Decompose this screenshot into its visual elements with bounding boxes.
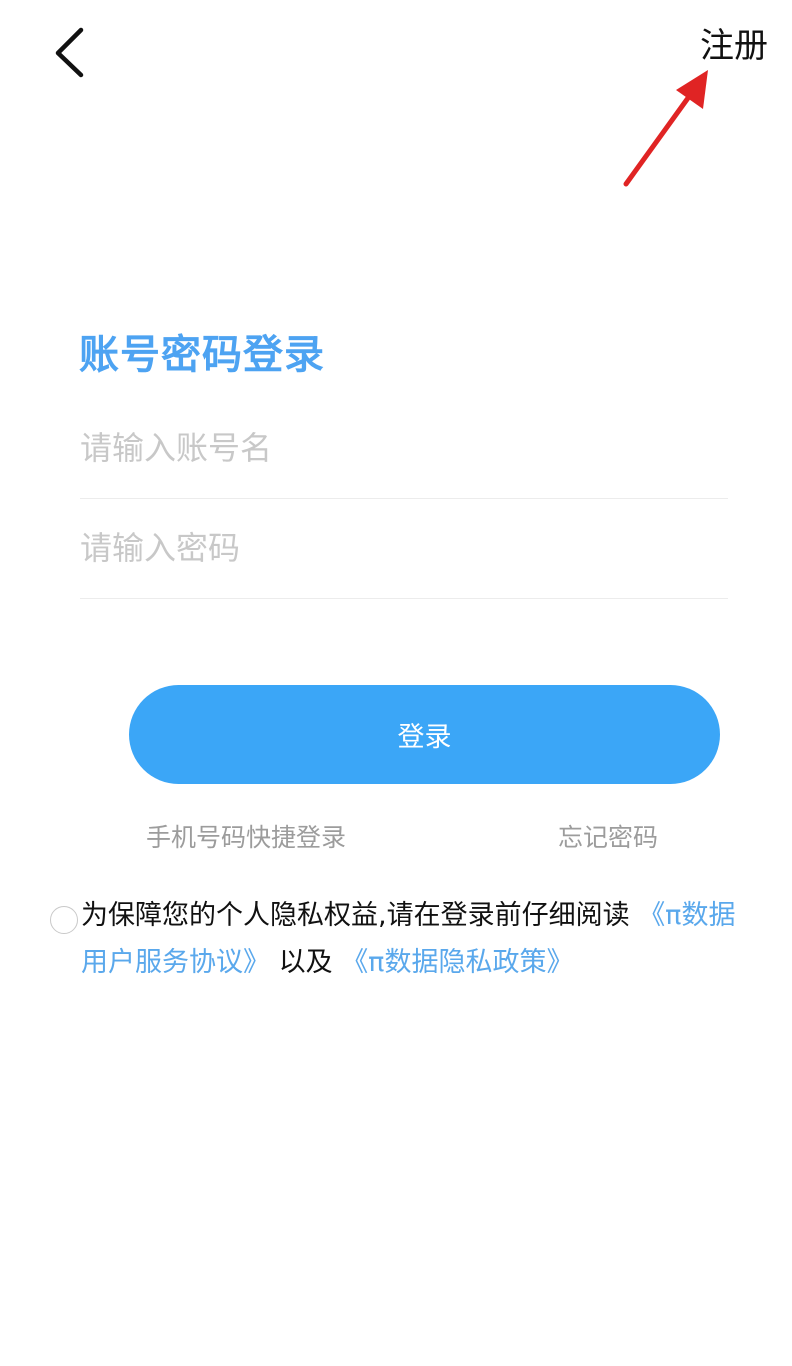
register-link[interactable]: 注册 bbox=[700, 24, 768, 68]
agreement-conjunction: 以及 bbox=[278, 947, 333, 978]
annotation-arrow-icon bbox=[623, 70, 708, 187]
password-field bbox=[80, 498, 728, 599]
phone-login-link[interactable]: 手机号码快捷登录 bbox=[146, 820, 346, 856]
agreement-checkbox[interactable] bbox=[50, 906, 78, 934]
agreement-prefix: 为保障您的个人隐私权益,请在登录前仔细阅读 bbox=[81, 900, 630, 931]
page-title: 账号密码登录 bbox=[79, 332, 325, 378]
account-input[interactable] bbox=[80, 418, 728, 478]
privacy-policy-link[interactable]: 《π数据隐私政策》 bbox=[341, 947, 573, 978]
back-button[interactable] bbox=[44, 22, 104, 82]
chevron-left-icon bbox=[55, 27, 84, 78]
login-button[interactable]: 登录 bbox=[129, 685, 720, 784]
password-input[interactable] bbox=[80, 518, 728, 578]
forgot-password-link[interactable]: 忘记密码 bbox=[558, 820, 658, 856]
agreement-text: 为保障您的个人隐私权益,请在登录前仔细阅读 《π数据用户服务协议》 以及 《π数… bbox=[81, 892, 749, 986]
account-field bbox=[80, 398, 728, 499]
